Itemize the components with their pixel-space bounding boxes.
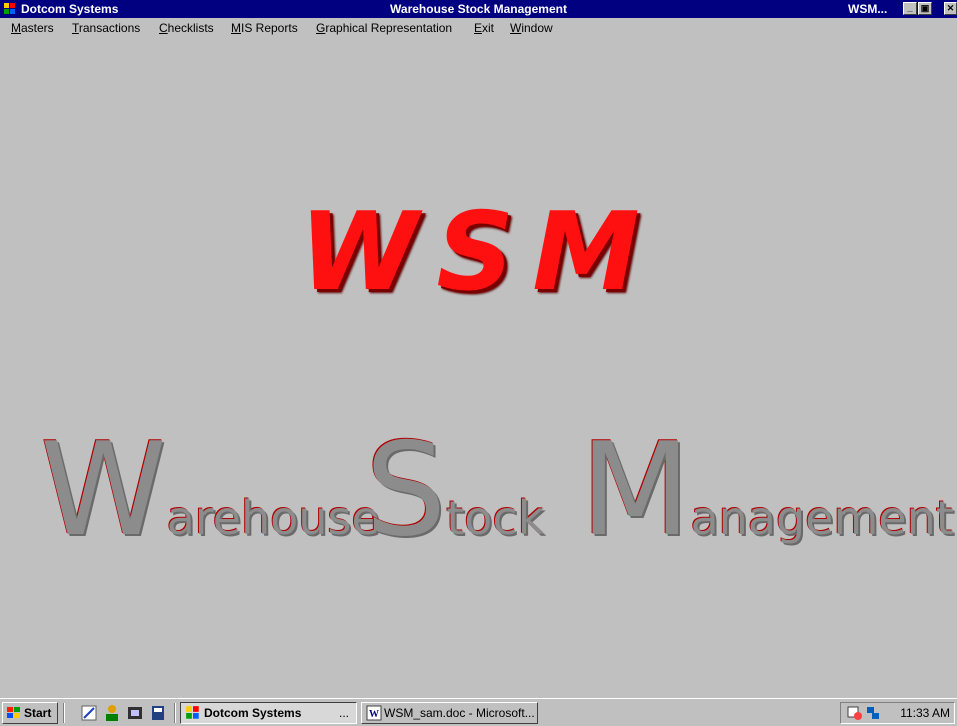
- menu-transactions[interactable]: Transactions: [72, 18, 140, 38]
- start-label: Start: [24, 706, 52, 720]
- network-icon[interactable]: [865, 705, 881, 721]
- word-initial: S: [365, 416, 447, 565]
- menu-graphical-representation[interactable]: Graphical Representation: [316, 18, 452, 38]
- word-stock: Stock: [365, 416, 544, 565]
- scheduler-icon[interactable]: [847, 705, 863, 721]
- title-bar[interactable]: Dotcom Systems Warehouse Stock Managemen…: [0, 0, 957, 18]
- menu-mnemonic: W: [510, 21, 522, 35]
- menu-label: raphical Representation: [325, 21, 453, 35]
- word-management: Management: [580, 416, 954, 565]
- menu-window[interactable]: Window: [510, 18, 553, 38]
- word-initial: W: [40, 416, 167, 565]
- edit-icon[interactable]: [80, 704, 98, 722]
- menu-masters[interactable]: Masters: [11, 18, 54, 38]
- menu-mnemonic: G: [316, 21, 326, 35]
- menu-mnemonic: T: [72, 21, 79, 35]
- word-rest: tock: [446, 491, 545, 545]
- menu-bar: Masters Transactions Checklists MIS Repo…: [0, 18, 957, 38]
- app-icon[interactable]: [3, 2, 17, 16]
- menu-mnemonic: M: [11, 21, 21, 35]
- app-icon: [186, 706, 199, 719]
- application-window: Dotcom Systems Warehouse Stock Managemen…: [0, 0, 957, 726]
- menu-checklists[interactable]: Checklists: [159, 18, 214, 38]
- media-icon[interactable]: [126, 704, 144, 722]
- close-icon: ✕: [946, 3, 955, 13]
- menu-label: asters: [21, 21, 54, 35]
- user-icon[interactable]: [103, 704, 121, 722]
- svg-text:W: W: [369, 709, 379, 720]
- splash-acronym: WSM: [299, 190, 658, 315]
- word-rest: anagement: [690, 491, 954, 545]
- clock[interactable]: 11:33 AM: [900, 706, 950, 720]
- menu-label: indow: [521, 21, 553, 35]
- minimized-child-title[interactable]: WSM...: [848, 0, 887, 18]
- window-title: Warehouse Stock Management: [390, 2, 567, 16]
- word-document-icon: W: [366, 705, 382, 721]
- minimize-icon: _: [907, 3, 913, 13]
- taskbar-separator: [63, 703, 65, 723]
- menu-label: ransactions: [78, 21, 141, 35]
- menu-mnemonic: M: [231, 21, 241, 35]
- close-button[interactable]: ✕: [944, 2, 957, 15]
- menu-label: IS Reports: [241, 21, 298, 35]
- task-word-document[interactable]: W WSM_sam.doc - Microsoft...: [361, 702, 538, 724]
- word-initial: M: [580, 416, 691, 565]
- splash-subtitle: Warehouse Stock Management: [40, 416, 954, 565]
- book-icon[interactable]: [149, 704, 167, 722]
- restore-button[interactable]: ▣: [918, 2, 932, 15]
- menu-exit[interactable]: Exit: [474, 18, 494, 38]
- task-dotcom-systems[interactable]: Dotcom Systems ...: [180, 702, 357, 724]
- restore-icon: ▣: [920, 3, 930, 13]
- start-button[interactable]: Start: [2, 702, 58, 724]
- word-rest: arehouse: [166, 491, 380, 545]
- taskbar: Start Dotcom Systems ... W WSM_sam.doc -…: [0, 698, 957, 726]
- task-label: WSM_sam.doc - Microsoft...: [384, 706, 535, 720]
- windows-logo-icon: [7, 707, 20, 718]
- menu-mnemonic: E: [474, 21, 483, 35]
- word-warehouse: Warehouse: [40, 416, 380, 565]
- app-name: Dotcom Systems: [21, 2, 119, 16]
- menu-mis-reports[interactable]: MIS Reports: [231, 18, 298, 38]
- menu-label: hecklists: [167, 21, 214, 35]
- minimize-button[interactable]: _: [903, 2, 917, 15]
- menu-label: xit: [482, 21, 495, 35]
- task-ellipsis: ...: [339, 706, 350, 720]
- system-tray: 11:33 AM: [840, 702, 955, 724]
- taskbar-separator: [174, 703, 176, 723]
- task-label: Dotcom Systems: [204, 706, 302, 720]
- menu-mnemonic: C: [159, 21, 168, 35]
